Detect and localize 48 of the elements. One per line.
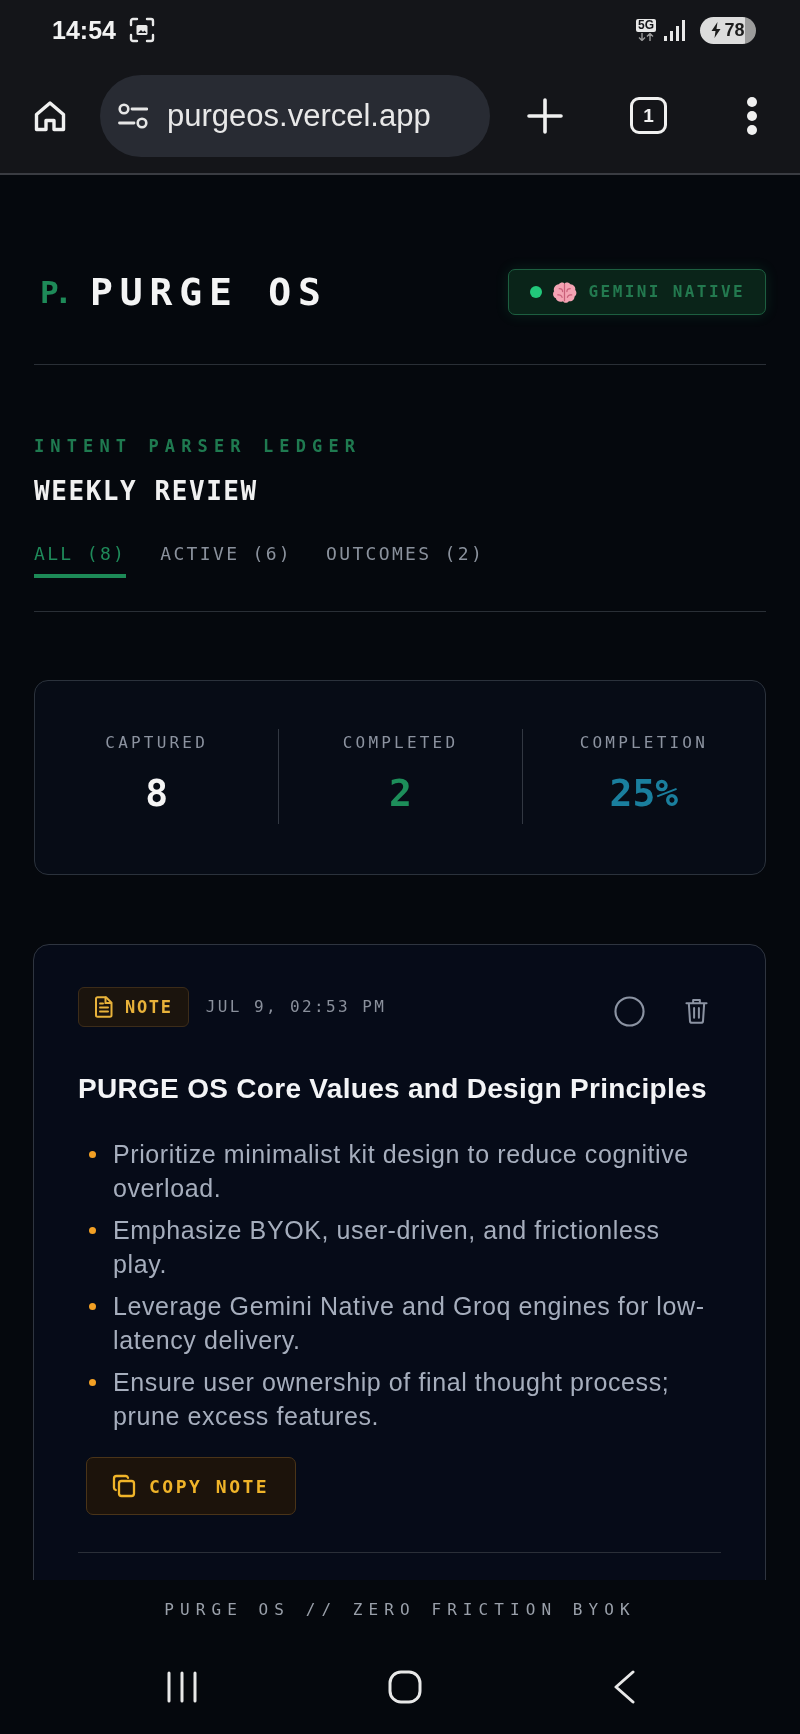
brand-name: PURGE OS	[90, 269, 328, 315]
bullet-icon	[89, 1227, 96, 1234]
back-icon[interactable]	[612, 1670, 635, 1704]
signal-icon	[664, 19, 688, 41]
bullet-text: Emphasize BYOK, user-driven, and frictionless play.	[113, 1215, 661, 1280]
address-bar[interactable]: purgeos.vercel.app	[100, 74, 490, 157]
note-title: PURGE OS Core Values and Design Principles	[78, 1072, 708, 1106]
engine-label: GEMINI NATIVE	[588, 282, 745, 302]
bullet-icon	[89, 1303, 96, 1310]
filter-tab[interactable]: ALL (8)	[34, 542, 127, 578]
screenshot-icon	[128, 17, 155, 43]
more-menu-icon[interactable]	[746, 95, 758, 136]
stat-value: 8	[145, 771, 169, 815]
new-tab-icon[interactable]	[527, 97, 563, 134]
battery-percent: 78	[724, 20, 745, 40]
entry-date: JUL 9, 02:53 PM	[205, 997, 387, 1017]
stat-value: 2	[389, 771, 412, 815]
section-title: WEEKLY REVIEW	[34, 475, 259, 507]
site-settings-icon[interactable]	[118, 102, 148, 129]
complete-circle-icon[interactable]	[614, 995, 645, 1027]
type-label: NOTE	[125, 997, 173, 1017]
charging-bolt-icon	[711, 22, 722, 38]
logo-mark: P.	[40, 273, 69, 312]
document-icon	[95, 996, 113, 1018]
filter-tab[interactable]: OUTCOMES (2)	[326, 542, 485, 578]
copy-icon	[112, 1474, 136, 1498]
bullet-icon	[89, 1379, 96, 1386]
bullet-text: Ensure user ownership of final thought process; prune excess features.	[113, 1367, 671, 1432]
home-icon[interactable]	[33, 98, 67, 133]
bullet-icon	[89, 1151, 96, 1158]
bullet-text: Leverage Gemini Native and Groq engines for low-latency delivery.	[113, 1291, 706, 1356]
copy-note-button[interactable]: COPY NOTE	[86, 1457, 297, 1515]
brain-icon	[550, 280, 578, 304]
network-type-label: 5G	[636, 19, 656, 32]
footer-tagline: PURGE OS // ZERO FRICTION BYOK	[164, 1600, 636, 1620]
section-eyebrow: INTENT PARSER LEDGER	[34, 435, 363, 458]
delete-icon[interactable]	[685, 997, 708, 1025]
filter-tab[interactable]: ACTIVE (6)	[160, 542, 293, 578]
stat-value: 25%	[609, 771, 679, 815]
home-nav-icon[interactable]	[387, 1670, 422, 1704]
data-arrows-icon	[637, 33, 655, 41]
stat-label: COMPLETED	[342, 733, 459, 753]
stat-label: COMPLETION	[579, 733, 708, 753]
status-time: 14:54	[52, 15, 116, 45]
stat-label: CAPTURED	[105, 733, 208, 753]
bullet-text: Prioritize minimalist kit design to reduce cognitive overload.	[113, 1139, 690, 1204]
tab-switcher-button[interactable]: 1	[630, 97, 667, 134]
recent-apps-icon[interactable]	[165, 1671, 198, 1703]
